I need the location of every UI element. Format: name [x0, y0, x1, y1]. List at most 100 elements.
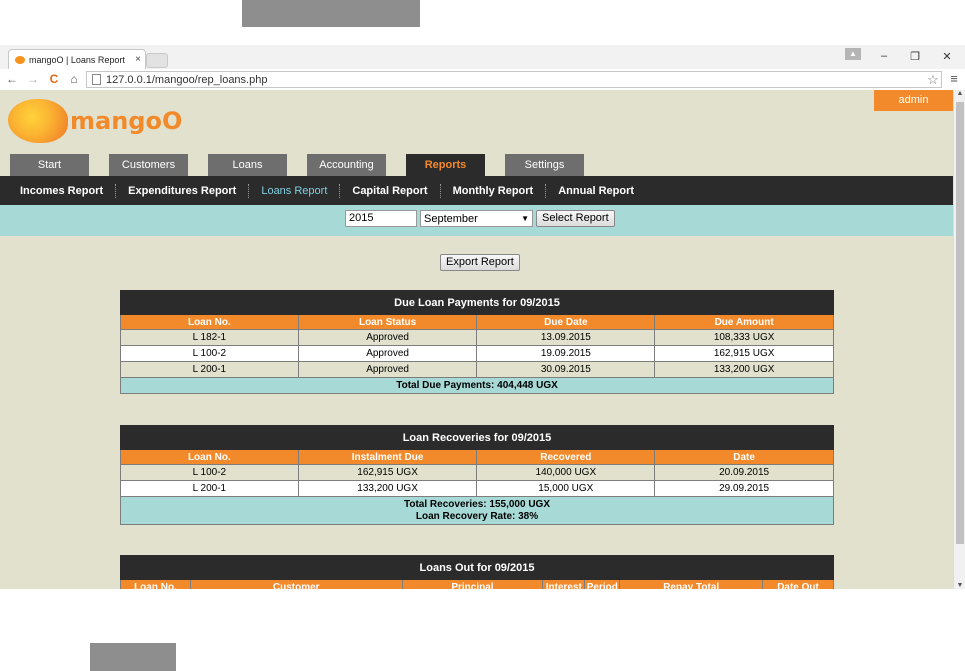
forward-icon[interactable]: → [25, 72, 41, 86]
tab-settings[interactable]: Settings [505, 154, 584, 176]
column-header: Due Amount [654, 314, 834, 330]
tab-customers[interactable]: Customers [109, 154, 188, 176]
table-cell: L 200-1 [120, 361, 299, 378]
minimize-icon[interactable]: – [876, 50, 892, 62]
subnav-incomes-report[interactable]: Incomes Report [8, 183, 117, 198]
address-bar[interactable]: 127.0.0.1/mangoo/rep_loans.php ☆ [86, 71, 942, 88]
table-cell: Approved [297, 329, 478, 346]
tab-title: mangoO | Loans Report [29, 54, 125, 65]
column-header: Loan No. [120, 579, 191, 589]
subnav-monthly-report[interactable]: Monthly Report [441, 183, 547, 198]
report-filter-bar: 2015 September ▼ Select Report [0, 205, 953, 236]
table-cell: Approved [297, 345, 478, 362]
page-viewport: admin mangoO Start Customers Loans Accou… [0, 90, 953, 589]
month-select[interactable]: September ▼ [420, 210, 533, 227]
loan-recoveries-table: Loan Recoveries for 09/2015 Loan No. Ins… [120, 425, 834, 525]
back-icon[interactable]: ← [4, 72, 20, 86]
column-header: Date Out [762, 579, 834, 589]
loans-out-table: Loans Out for 09/2015 Loan No. Customer … [120, 555, 834, 589]
table-cell: L 182-1 [120, 329, 299, 346]
table-cell: 20.09.2015 [654, 464, 834, 481]
subnav-expenditures-report[interactable]: Expenditures Report [116, 183, 250, 198]
subnav-annual-report[interactable]: Annual Report [546, 184, 646, 198]
top-placeholder-bar [242, 0, 420, 27]
table-cell: 133,200 UGX [297, 480, 478, 497]
tab-loans[interactable]: Loans [208, 154, 287, 176]
scrollbar-thumb[interactable] [956, 102, 964, 544]
bookmark-star-icon[interactable]: ☆ [925, 72, 941, 88]
table-row: L 100-2 Approved 19.09.2015 162,915 UGX [120, 345, 834, 362]
table-cell: 140,000 UGX [476, 464, 656, 481]
total-recoveries: Total Recoveries: 155,000 UGX [404, 498, 550, 510]
year-input[interactable]: 2015 [345, 210, 417, 227]
home-icon[interactable]: ⌂ [66, 72, 82, 86]
page-icon [92, 74, 101, 85]
table-cell: 19.09.2015 [476, 345, 656, 362]
table-cell: 162,915 UGX [654, 345, 834, 362]
table-cell: 30.09.2015 [476, 361, 656, 378]
loan-recovery-rate: Loan Recovery Rate: 38% [415, 510, 539, 522]
tab-accounting[interactable]: Accounting [307, 154, 386, 176]
subnav-capital-report[interactable]: Capital Report [340, 183, 441, 198]
total-due-payments: Total Due Payments: 404,448 UGX [120, 377, 834, 394]
select-report-button[interactable]: Select Report [536, 210, 615, 227]
column-header: Interest [542, 579, 586, 589]
table-row: L 182-1 Approved 13.09.2015 108,333 UGX [120, 329, 834, 346]
reload-icon[interactable]: C [46, 72, 62, 86]
admin-button[interactable]: admin [874, 90, 953, 111]
table-row: L 200-1 Approved 30.09.2015 133,200 UGX [120, 361, 834, 378]
tab-reports[interactable]: Reports [406, 154, 485, 176]
column-header: Due Date [476, 314, 656, 330]
table-cell: 15,000 UGX [476, 480, 656, 497]
logo: mangoO [8, 99, 182, 143]
maximize-icon[interactable]: ❐ [907, 50, 923, 63]
table-cell: 162,915 UGX [297, 464, 478, 481]
table-cell: 29.09.2015 [654, 480, 834, 497]
column-header: Loan Status [297, 314, 478, 330]
column-header: Loan No. [120, 449, 299, 465]
browser-chrome: mangoO | Loans Report × ▲ – ❐ ✕ ← → C ⌂ … [0, 45, 965, 90]
scroll-down-icon[interactable]: ▼ [954, 582, 965, 589]
logo-text: mangoO [70, 107, 183, 135]
new-tab-button[interactable] [146, 53, 168, 68]
tab-start[interactable]: Start [10, 154, 89, 176]
tab-close-icon[interactable]: × [131, 54, 145, 65]
reports-subnav: Incomes Report Expenditures Report Loans… [0, 176, 953, 205]
vertical-scrollbar[interactable]: ▲ ▼ [953, 90, 965, 589]
column-header: Customer [189, 579, 403, 589]
column-header: Recovered [476, 449, 656, 465]
month-select-value: September [424, 212, 478, 225]
bottom-placeholder-bar [90, 643, 176, 671]
table-cell: Approved [297, 361, 478, 378]
recovery-totals: Total Recoveries: 155,000 UGX Loan Recov… [120, 496, 834, 525]
table-cell: 13.09.2015 [476, 329, 656, 346]
column-header: Repay Total [619, 579, 764, 589]
table-cell: 108,333 UGX [654, 329, 834, 346]
subnav-loans-report[interactable]: Loans Report [249, 183, 341, 198]
browser-menu-icon[interactable]: ≡ [947, 71, 961, 86]
browser-tab[interactable]: mangoO | Loans Report × [8, 49, 146, 69]
table-cell: L 100-2 [120, 464, 299, 481]
table-title: Loans Out for 09/2015 [120, 555, 834, 580]
url-text[interactable]: 127.0.0.1/mangoo/rep_loans.php [106, 74, 925, 86]
column-header: Principal [401, 579, 544, 589]
mango-logo-icon [8, 99, 68, 143]
table-row: L 200-1 133,200 UGX 15,000 UGX 29.09.201… [120, 480, 834, 497]
scroll-up-icon[interactable]: ▲ [954, 90, 965, 97]
browser-toolbar: ← → C ⌂ 127.0.0.1/mangoo/rep_loans.php ☆… [0, 69, 965, 90]
column-header: Instalment Due [297, 449, 478, 465]
table-cell: L 200-1 [120, 480, 299, 497]
export-report-button[interactable]: Export Report [440, 254, 520, 271]
table-title: Loan Recoveries for 09/2015 [120, 425, 834, 450]
close-window-icon[interactable]: ✕ [939, 50, 955, 63]
column-header: Period [584, 579, 621, 589]
column-header: Loan No. [120, 314, 299, 330]
user-profile-icon[interactable]: ▲ [845, 48, 861, 60]
column-header: Date [654, 449, 834, 465]
table-cell: 133,200 UGX [654, 361, 834, 378]
due-payments-table: Due Loan Payments for 09/2015 Loan No. L… [120, 290, 834, 394]
table-cell: L 100-2 [120, 345, 299, 362]
table-title: Due Loan Payments for 09/2015 [120, 290, 834, 315]
chevron-down-icon: ▼ [521, 214, 529, 223]
table-row: L 100-2 162,915 UGX 140,000 UGX 20.09.20… [120, 464, 834, 481]
